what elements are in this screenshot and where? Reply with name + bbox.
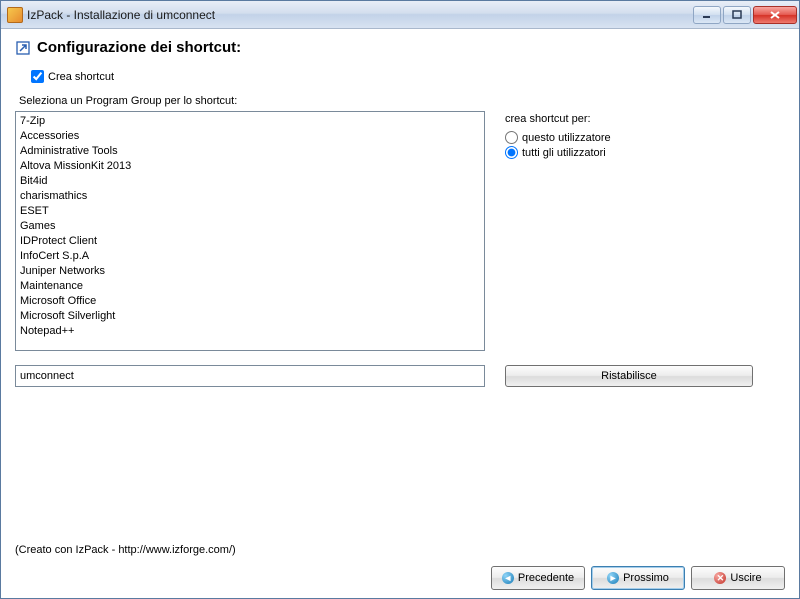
radio-current-user-row[interactable]: questo utilizzatore xyxy=(505,131,611,144)
minimize-icon xyxy=(702,10,712,20)
program-group-input[interactable] xyxy=(15,365,485,387)
list-item[interactable]: Juniper Networks xyxy=(20,264,480,279)
shortcut-icon xyxy=(15,40,31,56)
reset-button[interactable]: Ristabilisce xyxy=(505,365,753,387)
list-item[interactable]: charismathics xyxy=(20,189,480,204)
main-row: 7-ZipAccessoriesAdministrative ToolsAlto… xyxy=(15,111,785,351)
minimize-button[interactable] xyxy=(693,6,721,24)
list-item[interactable]: IDProtect Client xyxy=(20,234,480,249)
credit-text: (Creato con IzPack - http://www.izforge.… xyxy=(15,544,785,556)
next-button[interactable]: ► Prossimo xyxy=(591,566,685,590)
exit-button-label: Uscire xyxy=(730,572,761,584)
arrow-right-icon: ► xyxy=(607,572,619,584)
installer-window: IzPack - Installazione di umconnect Conf… xyxy=(0,0,800,599)
list-item[interactable]: Maintenance xyxy=(20,279,480,294)
list-item[interactable]: Games xyxy=(20,219,480,234)
select-group-label: Seleziona un Program Group per lo shortc… xyxy=(19,95,785,107)
list-item[interactable]: Altova MissionKit 2013 xyxy=(20,159,480,174)
prev-button[interactable]: ◄ Precedente xyxy=(491,566,585,590)
radio-all-users-label: tutti gli utilizzatori xyxy=(522,147,606,159)
window-title: IzPack - Installazione di umconnect xyxy=(27,8,693,22)
radio-current-user-label: questo utilizzatore xyxy=(522,132,611,144)
next-button-label: Prossimo xyxy=(623,572,669,584)
list-item[interactable]: Accessories xyxy=(20,129,480,144)
list-item[interactable]: InfoCert S.p.A xyxy=(20,249,480,264)
list-item[interactable]: Bit4id xyxy=(20,174,480,189)
exit-button[interactable]: ✕ Uscire xyxy=(691,566,785,590)
exit-icon: ✕ xyxy=(714,572,726,584)
titlebar: IzPack - Installazione di umconnect xyxy=(1,1,799,29)
program-group-list[interactable]: 7-ZipAccessoriesAdministrative ToolsAlto… xyxy=(15,111,485,351)
shortcut-for-panel: crea shortcut per: questo utilizzatore t… xyxy=(505,111,611,351)
footer: (Creato con IzPack - http://www.izforge.… xyxy=(15,536,785,590)
radio-all-users[interactable] xyxy=(505,146,518,159)
page-title: Configurazione dei shortcut: xyxy=(37,39,241,56)
create-shortcut-checkbox[interactable] xyxy=(31,70,44,83)
prev-button-label: Precedente xyxy=(518,572,574,584)
close-button[interactable] xyxy=(753,6,797,24)
list-item[interactable]: Administrative Tools xyxy=(20,144,480,159)
maximize-button[interactable] xyxy=(723,6,751,24)
group-input-row: Ristabilisce xyxy=(15,365,785,387)
list-item[interactable]: Microsoft Silverlight xyxy=(20,309,480,324)
shortcut-for-label: crea shortcut per: xyxy=(505,113,611,125)
create-shortcut-checkbox-row[interactable]: Crea shortcut xyxy=(31,70,785,83)
list-item[interactable]: Notepad++ xyxy=(20,324,480,339)
radio-current-user[interactable] xyxy=(505,131,518,144)
window-controls xyxy=(693,6,797,24)
create-shortcut-label: Crea shortcut xyxy=(48,71,114,83)
maximize-icon xyxy=(732,10,742,20)
content-area: Configurazione dei shortcut: Crea shortc… xyxy=(1,29,799,598)
arrow-left-icon: ◄ xyxy=(502,572,514,584)
list-item[interactable]: 7-Zip xyxy=(20,114,480,129)
close-icon xyxy=(769,10,781,20)
list-item[interactable]: ESET xyxy=(20,204,480,219)
list-item[interactable]: Microsoft Office xyxy=(20,294,480,309)
app-icon xyxy=(7,7,23,23)
nav-row: ◄ Precedente ► Prossimo ✕ Uscire xyxy=(15,566,785,590)
radio-all-users-row[interactable]: tutti gli utilizzatori xyxy=(505,146,611,159)
page-header: Configurazione dei shortcut: xyxy=(15,39,785,56)
